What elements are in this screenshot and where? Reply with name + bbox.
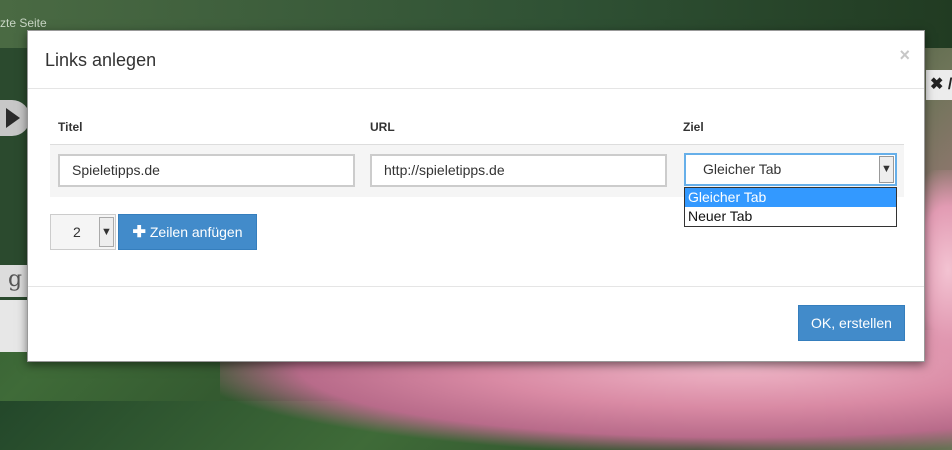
play-icon — [6, 108, 20, 128]
target-select[interactable]: Gleicher Tab ▼ — [684, 153, 897, 186]
dropdown-option-same-tab[interactable]: Gleicher Tab — [685, 188, 896, 207]
column-header-title: Titel — [58, 120, 83, 134]
plus-icon: ✚ — [132, 224, 146, 241]
dropdown-option-new-tab[interactable]: Neuer Tab — [685, 207, 896, 226]
modal-header: Links anlegen × — [28, 31, 924, 89]
background-close-icon: ✖ / — [926, 70, 952, 100]
target-select-value: Gleicher Tab — [703, 161, 782, 177]
target-dropdown-list[interactable]: Gleicher Tab Neuer Tab — [684, 187, 897, 227]
close-icon[interactable]: × — [899, 45, 910, 66]
modal-title: Links anlegen — [45, 50, 157, 70]
ok-create-button[interactable]: OK, erstellen — [798, 305, 905, 341]
add-rows-label: Zeilen anfügen — [149, 224, 243, 240]
title-input[interactable]: Spieletipps.de — [58, 154, 355, 187]
column-header-url: URL — [370, 120, 395, 134]
background-panel — [0, 300, 30, 352]
add-rows-button[interactable]: ✚ Zeilen anfügen — [118, 214, 257, 250]
background-breadcrumb: zte Seite — [0, 16, 47, 30]
links-modal: Links anlegen × Titel URL Ziel Spieletip… — [27, 30, 925, 362]
chevron-down-icon[interactable]: ▼ — [99, 217, 114, 247]
row-count-value: 2 — [73, 224, 81, 240]
chevron-down-icon[interactable]: ▼ — [879, 156, 894, 183]
background-g-icon: g — [0, 265, 30, 297]
row-count-select[interactable]: 2 ▼ — [50, 214, 116, 250]
url-input[interactable]: http://spieletipps.de — [370, 154, 667, 187]
column-header-target: Ziel — [683, 120, 704, 134]
